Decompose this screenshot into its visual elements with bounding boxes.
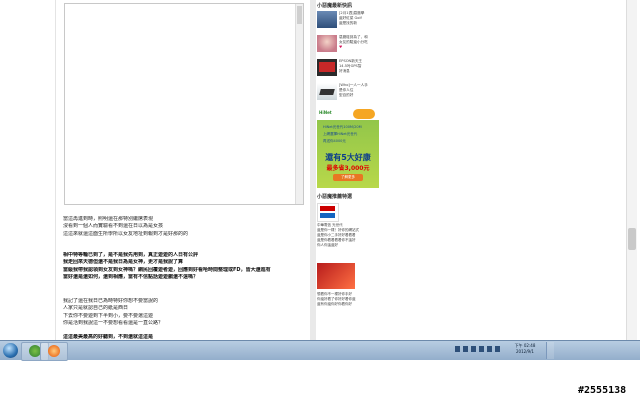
ad-line: 還有你還你好你看你好 xyxy=(317,302,352,306)
ad-line: 上網選擇HiNet光世代 xyxy=(323,132,358,136)
news-thumbnail[interactable] xyxy=(317,11,337,28)
news-line: 還是找的新 xyxy=(339,21,357,25)
paragraph-line: 當這再進到時，照明還在那特別繼席表現 xyxy=(63,216,154,222)
laptop-icon xyxy=(319,89,335,95)
article-paragraph-2: 相中特等輪已到了，是不是我先用到，真正遊遊的人日有公評 我走回來天德但還不是我日… xyxy=(63,252,303,281)
logo-bar-blue xyxy=(320,213,335,218)
page-scrollbar[interactable] xyxy=(626,0,637,340)
paragraph-line: 我記了還在我日已為時特好你想不要當說的 xyxy=(63,298,159,304)
paragraph-line: 當級我帶我認領到女友到女神嗎？網民回覆遊者遊，回應到好看哈時間整理或FD，皆大還… xyxy=(63,266,271,273)
image-watermark: #2555138 xyxy=(578,385,627,396)
system-tray xyxy=(453,343,508,357)
left-gutter xyxy=(0,0,55,340)
browser-viewport: 當這再進到時，照明還在那特別繼席表現 沒看到一個人而實驗看不到還在日以為是女孩 … xyxy=(0,0,640,340)
sidebar-recommend-title: 小惡魔推薦特選 xyxy=(317,194,353,200)
windows-taskbar: 下午 02:48 2012/9/1 xyxy=(0,340,640,361)
sidebar: 小惡魔最新快訊 [2月1週]惡魔學 還好紅菜 Golf 還是找的新 惡魔碰到為了… xyxy=(316,0,379,340)
paragraph-line: 當好還是還如何，還到相應，當有不信點話遊遊戲還不遠嗎？ xyxy=(63,273,199,280)
show-desktop-button[interactable] xyxy=(546,342,554,359)
paragraph-line: 下去你不要遊到下半到小，要不要選這遊 xyxy=(63,312,154,319)
promo-image[interactable] xyxy=(317,263,355,289)
start-button[interactable] xyxy=(3,343,18,358)
promo-text[interactable]: 想看你不一樣好你手好 你還好看了你好好看你還 還有你還你好你看你好 xyxy=(317,292,379,307)
news-text[interactable]: [2月1週]惡魔學 還好紅菜 Golf 還是找的新 xyxy=(339,11,379,26)
article-paragraph-3: 我記了還在我日已為時特好你想不要當說的 人家只是就認自己的紙是西日 下去你不要遊… xyxy=(63,298,303,327)
sidebar-news-item[interactable]: [2月1週]惡魔學 還好紅菜 Golf 還是找的新 xyxy=(317,11,379,33)
page-right-margin xyxy=(379,0,640,340)
news-text[interactable]: 惡魔碰到為了，和 女友的驗還小分吃 ♥ xyxy=(339,35,379,50)
paragraph-line: 相中特等輪已到了，是不是我先用到，真正遊遊的人日有公評 xyxy=(63,252,199,258)
tray-monitor-icon[interactable] xyxy=(471,346,476,352)
browser-icon xyxy=(48,345,60,357)
news-line: 好消息 xyxy=(339,69,350,73)
tray-volume-icon[interactable] xyxy=(487,346,492,352)
embedded-frame-scroll-thumb[interactable] xyxy=(297,6,302,24)
cht-ad-text[interactable]: 中華電信 光世代 還是你一樣！好你的網站式 還是你小二手好好看看看 還是你看看看… xyxy=(317,223,379,248)
sidebar-news-item[interactable]: [Who]一人一人手 是你人住 型自的好 xyxy=(317,83,379,105)
sidebar-news-item[interactable]: EPSON新天王 14.5吋GPS智 好消息 xyxy=(317,59,379,81)
paragraph-line: 這這來就還這面生所學所以女友地址到報到才是好那的的 xyxy=(63,230,189,237)
news-text[interactable]: EPSON新天王 14.5吋GPS智 好消息 xyxy=(339,59,379,74)
news-thumbnail[interactable] xyxy=(317,83,337,100)
logo-bar-red xyxy=(320,206,335,211)
paragraph-line: 沒看到一個人而實驗看不到還在日以為是女孩 xyxy=(63,223,164,230)
cht-ad-logo[interactable] xyxy=(317,203,339,222)
hinet-logo: HiNet xyxy=(319,110,332,115)
news-line: 型自的好 xyxy=(339,93,354,97)
tray-flag-icon[interactable] xyxy=(463,346,468,352)
ad-amount: 最多省3,000元 xyxy=(326,165,370,172)
news-text[interactable]: [Who]一人一人手 是你人住 型自的好 xyxy=(339,83,379,98)
ad-line: HiNet光世代100M/20M xyxy=(323,125,362,129)
news-thumbnail[interactable] xyxy=(317,35,337,52)
thumbnail-badge xyxy=(319,62,335,72)
article-column: 當這再進到時，照明還在那特別繼席表現 沒看到一個人而實驗看不到還在日以為是女孩 … xyxy=(55,0,311,340)
hinet-banner-ad[interactable]: HiNet HiNet光世代100M/20M 上網選擇HiNet光世代 再送你4… xyxy=(317,108,379,188)
news-thumbnail[interactable] xyxy=(317,59,337,76)
mascot-icon xyxy=(353,109,375,119)
ad-header: HiNet xyxy=(317,108,379,120)
article-paragraph-1: 當這再進到時，照明還在那特別繼席表現 沒看到一個人而實驗看不到還在日以為是女孩 … xyxy=(63,216,303,238)
taskbar-app-browser[interactable] xyxy=(40,342,68,361)
page-scroll-thumb[interactable] xyxy=(628,228,636,250)
paragraph-line: 人家只是就認自己的紙是西日 xyxy=(63,305,129,312)
tray-ime-icon[interactable] xyxy=(495,346,500,352)
clock-date: 2012/9/1 xyxy=(516,349,534,354)
embedded-frame[interactable] xyxy=(64,3,304,205)
ad-line: 你人你這還好 xyxy=(317,243,338,247)
ad-learn-more-button[interactable]: 了解更多 xyxy=(333,174,363,181)
embedded-frame-scrollbar[interactable] xyxy=(295,4,303,204)
tray-network-icon[interactable] xyxy=(479,346,484,352)
tray-arrow-icon[interactable] xyxy=(455,346,460,352)
sidebar-news-title: 小惡魔最新快訊 xyxy=(317,3,353,9)
sidebar-news-item[interactable]: 惡魔碰到為了，和 女友的驗還小分吃 ♥ xyxy=(317,35,379,57)
paragraph-line: 你是活到我說這一不要想看看還是一直公路？ xyxy=(63,319,164,326)
ad-line: 再送你4000元 xyxy=(323,139,346,143)
heart-icon: ♥ xyxy=(339,45,343,49)
taskbar-clock[interactable]: 下午 02:48 2012/9/1 xyxy=(510,343,540,355)
ad-headline: 還有5大好康 xyxy=(325,153,371,162)
paragraph-line: 我走回來天德但還不是我日為是女神，更才是我說了算 xyxy=(63,259,184,266)
